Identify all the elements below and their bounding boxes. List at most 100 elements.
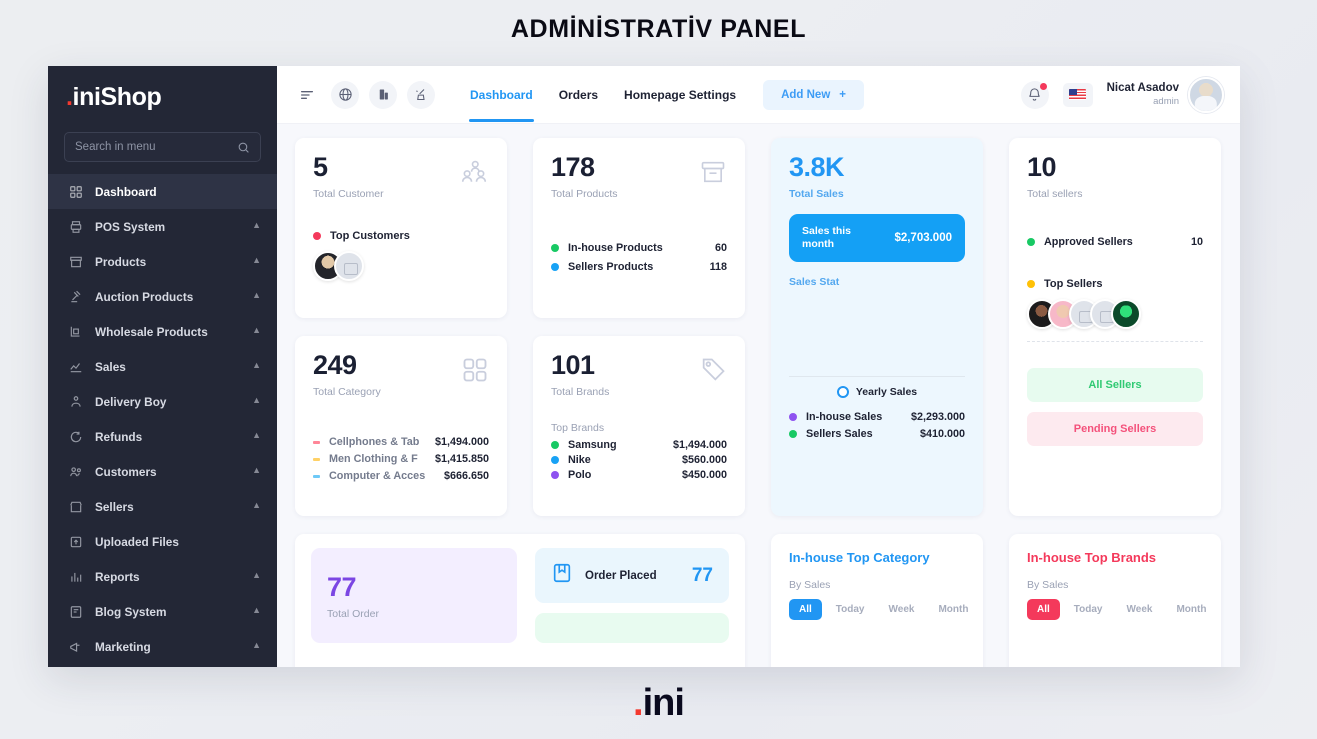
brand-row-name: Nike: [568, 454, 591, 466]
archive-box-icon: [699, 158, 727, 191]
top-sellers-label: Top Sellers: [1044, 278, 1103, 290]
tab-homepage-settings[interactable]: Homepage Settings: [611, 68, 749, 122]
legend-dot: [551, 471, 559, 479]
chevron-up-icon: ▲: [252, 500, 261, 510]
sidebar-item-dashboard[interactable]: Dashboard: [48, 174, 277, 209]
language-flag-icon[interactable]: [1062, 82, 1093, 107]
sales-row-value: $2,293.000: [910, 411, 965, 424]
brands-filter-chips: All Today Week Month: [1027, 599, 1206, 620]
broom-icon[interactable]: [407, 80, 435, 109]
search-icon: [237, 141, 250, 154]
notification-bell-icon[interactable]: [1020, 80, 1049, 109]
avatar[interactable]: [1111, 299, 1141, 329]
category-filter-chips: All Today Week Month: [789, 599, 968, 620]
dashboard-grid: 5 Total Customer Top Customers 178 Total…: [295, 138, 1222, 667]
category-row-value: $666.650: [443, 470, 489, 482]
card-total-sellers: 10 Total sellers Approved Sellers 10 Top…: [1009, 138, 1221, 516]
globe-icon[interactable]: [331, 80, 359, 109]
page-title-text: ADMİNİSTRATİV PANEL: [510, 14, 807, 43]
sidebar-item-label: Refunds: [95, 429, 143, 444]
sidebar-item-delivery-boy[interactable]: Delivery Boy ▲: [48, 384, 277, 419]
chip-month[interactable]: Month: [928, 599, 978, 620]
search-input[interactable]: [75, 141, 215, 153]
chip-all[interactable]: All: [1027, 599, 1060, 620]
sales-row: In-house Sales $2,293.000: [789, 411, 965, 423]
top-customer-avatars: [313, 251, 489, 281]
avatar[interactable]: [1188, 76, 1224, 113]
avatar-placeholder[interactable]: [334, 251, 364, 281]
sidebar-item-refunds[interactable]: Refunds ▲: [48, 419, 277, 454]
legend-dash: [313, 457, 320, 461]
category-row-value: $1,415.850: [434, 453, 489, 465]
legend-dot: [551, 456, 559, 464]
by-sales-label: By Sales: [789, 579, 831, 591]
brand-logo[interactable]: . iniShop: [48, 66, 277, 128]
bar-chart-icon: [68, 569, 84, 585]
order-placed-label: Order Placed: [585, 569, 657, 582]
sidebar-item-pos-system[interactable]: POS System ▲: [48, 209, 277, 244]
product-row-name: In-house Products: [568, 242, 663, 254]
category-row: Cellphones & Tab $1,494.000: [313, 436, 489, 448]
legend-dot: [551, 263, 559, 271]
user-role: admin: [1153, 95, 1179, 107]
chip-week[interactable]: Week: [879, 599, 925, 620]
sidebar-item-sales[interactable]: Sales ▲: [48, 349, 277, 384]
sidebar-item-wholesale-products[interactable]: Wholesale Products ▲: [48, 314, 277, 349]
topbar: Dashboard Orders Homepage Settings Add N…: [277, 66, 1240, 124]
card-total-sales: 3.8K Total Sales Sales this month $2,703…: [771, 138, 983, 516]
chip-all[interactable]: All: [789, 599, 822, 620]
sales-stat-label: Sales Stat: [789, 276, 840, 289]
legend-dot: [551, 441, 559, 449]
chip-month[interactable]: Month: [1166, 599, 1216, 620]
brand-row-name: Polo: [568, 469, 592, 481]
gavel-icon: [68, 289, 84, 305]
footer-logo: .ini: [633, 682, 685, 725]
sidebar-item-blog-system[interactable]: Blog System ▲: [48, 594, 277, 629]
chevron-up-icon: ▲: [252, 430, 261, 440]
store-icon[interactable]: [369, 80, 397, 109]
sidebar-item-reports[interactable]: Reports ▲: [48, 559, 277, 594]
store-icon: [68, 499, 84, 515]
chart-legend[interactable]: Yearly Sales: [789, 386, 965, 399]
order-status-tile: [535, 613, 729, 643]
sidebar-item-marketing[interactable]: Marketing ▲: [48, 629, 277, 664]
category-row-name: Cellphones & Tab: [329, 436, 420, 448]
brand-row: Nike $560.000: [551, 454, 727, 466]
sidebar-item-sellers[interactable]: Sellers ▲: [48, 489, 277, 524]
chevron-up-icon: ▲: [252, 465, 261, 475]
sales-this-month-label: Sales this month: [802, 225, 852, 251]
chevron-up-icon: ▲: [252, 395, 261, 405]
chip-today[interactable]: Today: [1064, 599, 1113, 620]
sidebar: .iniShop Dashboard: [48, 66, 277, 667]
sidebar-menu: Dashboard POS System ▲ Products ▲ Auctio…: [48, 174, 277, 667]
sidebar-item-uploaded-files[interactable]: Uploaded Files: [48, 524, 277, 559]
search-box[interactable]: [64, 132, 261, 162]
chevron-up-icon: ▲: [252, 640, 261, 650]
chevron-up-icon: ▲: [252, 605, 261, 615]
menu-icon[interactable]: [293, 81, 321, 109]
product-row: In-house Products 60: [551, 242, 727, 254]
brand-row-value: $450.000: [681, 469, 727, 481]
chevron-up-icon: ▲: [252, 290, 261, 300]
top-seller-avatars: [1027, 299, 1203, 329]
all-sellers-button[interactable]: All Sellers: [1027, 368, 1203, 402]
product-row: Sellers Products 118: [551, 261, 727, 273]
grid-icon: [461, 356, 489, 389]
sidebar-item-customers[interactable]: Customers ▲: [48, 454, 277, 489]
tab-orders[interactable]: Orders: [546, 68, 611, 122]
order-placed-value: 77: [691, 564, 713, 586]
sidebar-item-auction-products[interactable]: Auction Products ▲: [48, 279, 277, 314]
chevron-up-icon: ▲: [252, 255, 261, 265]
tab-dashboard[interactable]: Dashboard: [457, 68, 546, 122]
category-row: Computer & Acces $666.650: [313, 470, 489, 482]
card-total-order: 77 Total Order Order Placed 77: [295, 534, 745, 667]
notification-badge: [1039, 82, 1047, 90]
chevron-up-icon: ▲: [252, 325, 261, 335]
us-flag: [1069, 89, 1087, 100]
sidebar-item-products[interactable]: Products ▲: [48, 244, 277, 279]
chip-today[interactable]: Today: [826, 599, 875, 620]
chip-week[interactable]: Week: [1117, 599, 1163, 620]
add-new-button[interactable]: Add New +: [763, 79, 864, 110]
pending-sellers-button[interactable]: Pending Sellers: [1027, 412, 1203, 446]
user-menu[interactable]: Nicat Asadov admin: [1107, 76, 1224, 113]
